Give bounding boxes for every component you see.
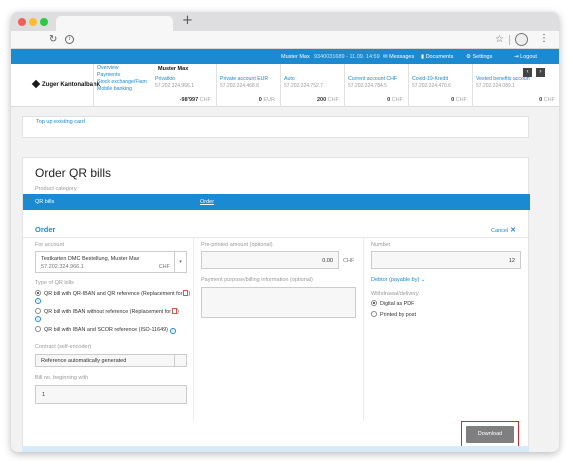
header-contract-info: 9340031689 - 11.09. 14:59: [314, 54, 380, 60]
number-input[interactable]: 12: [371, 251, 521, 269]
minimize-window-icon[interactable]: [29, 18, 37, 26]
purpose-label: Payment purpose/billing information (opt…: [201, 277, 313, 283]
radio-unselected[interactable]: [35, 308, 41, 314]
contract-label: Contract (self-encoder): [35, 344, 92, 350]
bank-logo[interactable]: Zuger Kantonalbank: [31, 79, 100, 89]
withdrawal-label: Withdrawal/delivery: [371, 291, 419, 297]
qr-type-option[interactable]: QR bill with IBAN and SCOR reference (IS…: [35, 326, 176, 334]
withdrawal-option-post[interactable]: Printed by post: [371, 311, 416, 318]
new-tab-icon[interactable]: +: [182, 13, 193, 28]
nav-item-stock-exchange[interactable]: Stock exchange/Fiam: [97, 79, 151, 85]
preprinted-amount-label: Pre-printed amount (optional): [201, 242, 273, 248]
radio-selected[interactable]: [35, 290, 41, 296]
maximize-window-icon[interactable]: [40, 18, 48, 26]
nav-item-overview[interactable]: Overview: [97, 65, 151, 71]
chevron-down-icon: [174, 355, 186, 366]
product-name: QR bills: [35, 199, 55, 205]
withdrawal-option-pdf[interactable]: Digital as PDF: [371, 300, 414, 307]
bill-no-input[interactable]: 1: [35, 385, 187, 404]
chevron-left-icon[interactable]: ‹: [523, 68, 532, 77]
topup-existing-card-link[interactable]: Top up existing card: [36, 119, 85, 125]
documents-link[interactable]: ▮ Documents: [421, 54, 453, 60]
account-overview-strip: Zuger Kantonalbank Overview Payments Sto…: [11, 64, 559, 107]
preprinted-amount-input[interactable]: 0.00: [201, 251, 339, 269]
header-user: Muster Max: [281, 54, 310, 60]
info-icon[interactable]: i: [169, 328, 176, 334]
purpose-textarea[interactable]: [201, 287, 356, 318]
profile-icon[interactable]: [515, 33, 528, 46]
page-title: Order QR bills: [35, 166, 112, 180]
radio-selected[interactable]: [371, 300, 377, 306]
app-header-bar: Muster Max 9340031689 - 11.09. 14:59 ✉ M…: [11, 49, 559, 64]
info-icon[interactable]: i: [35, 316, 41, 322]
chevron-down-icon: ⌄: [420, 277, 426, 283]
settings-link[interactable]: ⚙ Settings: [466, 54, 492, 60]
toolbar-divider: [509, 35, 510, 45]
address-bar: ↻ i ☆ ⋮: [11, 31, 559, 49]
for-account-label: For account: [35, 242, 65, 248]
account-tile[interactable]: Vested benefits accoun 57.202.324.089.1 …: [472, 64, 559, 107]
divider: [23, 237, 530, 238]
order-qr-card: Order QR bills Product category QR bills…: [22, 157, 530, 447]
account-tile[interactable]: Covid-19-Kredit 57.202.324.470.6 0 CHF: [408, 64, 471, 107]
info-icon[interactable]: i: [65, 35, 74, 44]
column-divider: [193, 238, 194, 421]
reload-icon[interactable]: ↻: [49, 34, 57, 45]
number-label: Number: [371, 242, 391, 248]
star-icon[interactable]: ☆: [495, 34, 504, 45]
qr-type-label: Type of QR bills: [35, 280, 74, 286]
account-tile[interactable]: Current account CHF 57.202.324.784.5 0 C…: [344, 64, 407, 107]
main-navigation: Overview Payments Stock exchange/Fiam Mo…: [93, 64, 151, 107]
qr-type-option[interactable]: QR bill with IBAN without reference (Rep…: [35, 308, 179, 322]
tab-strip: +: [11, 12, 559, 31]
contract-select[interactable]: Reference automatically generated: [35, 354, 187, 367]
chevron-down-icon: ▾: [174, 252, 186, 272]
messages-link[interactable]: ✉ Messages: [383, 54, 414, 60]
logout-link[interactable]: ⇥ Logout: [514, 54, 537, 60]
account-select[interactable]: Testkarten DMC Bestellung, Muster Max 57…: [35, 251, 187, 273]
footer-strip: [22, 446, 529, 452]
bill-no-label: Bill no. beginning with: [35, 375, 89, 381]
pdf-icon: [172, 308, 178, 314]
chevron-right-icon[interactable]: ›: [536, 68, 545, 77]
radio-unselected[interactable]: [35, 326, 41, 332]
bank-logo-icon: [31, 79, 41, 89]
column-divider: [363, 238, 364, 421]
debtor-toggle[interactable]: Debtor (payable by) ⌄: [371, 277, 425, 283]
info-icon[interactable]: i: [35, 298, 41, 304]
cancel-button[interactable]: Cancel ✕: [491, 226, 516, 234]
close-window-icon[interactable]: [18, 18, 26, 26]
browser-tab[interactable]: [56, 16, 173, 31]
radio-unselected[interactable]: [371, 311, 377, 317]
account-tile[interactable]: Privatkto 57.202.324.966.1 -98'997 CHF: [152, 64, 215, 107]
qr-type-option[interactable]: QR bill with QR-IBAN and QR reference (R…: [35, 290, 190, 304]
close-icon: ✕: [510, 227, 516, 234]
menu-icon[interactable]: ⋮: [539, 33, 549, 44]
topup-card: Top up existing card: [22, 116, 529, 138]
nav-item-payments[interactable]: Payments: [97, 72, 151, 78]
nav-item-mobile-banking[interactable]: Mobile banking: [97, 86, 151, 92]
product-category-label: Product category: [35, 186, 77, 192]
order-link[interactable]: Order: [200, 199, 214, 205]
order-heading: Order: [35, 225, 56, 234]
account-tile[interactable]: Auto 57.202.324.752.7 200 CHF: [280, 64, 343, 107]
account-tile[interactable]: Private account EUR 57.202.324.468.8 0 E…: [216, 64, 279, 107]
download-button[interactable]: Download: [466, 426, 514, 443]
product-row[interactable]: QR bills Order: [23, 194, 530, 210]
pdf-icon: [183, 290, 189, 296]
preprinted-currency: CHF: [343, 258, 355, 264]
